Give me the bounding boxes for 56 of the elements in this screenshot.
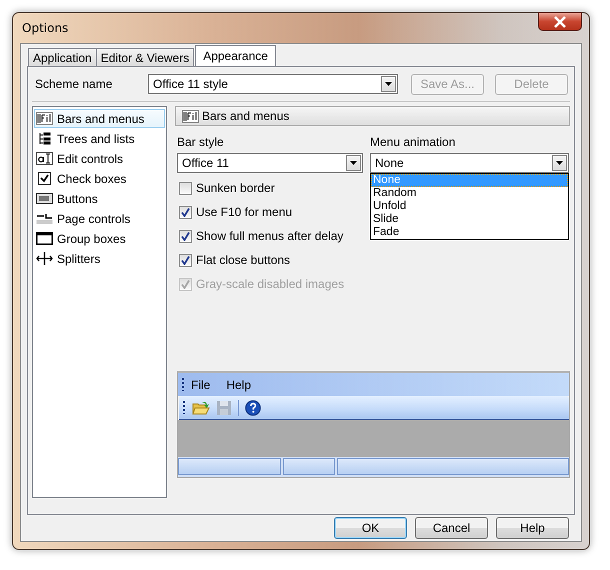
- group-box-icon: [36, 232, 53, 245]
- list-item[interactable]: Bars and menus: [34, 109, 165, 128]
- menu-item[interactable]: File: [191, 378, 210, 392]
- checkbox[interactable]: [179, 206, 192, 218]
- tab[interactable]: Application: [28, 48, 97, 66]
- list-item[interactable]: Trees and lists: [34, 129, 165, 148]
- checkbox-label: Gray-scale disabled images: [196, 277, 344, 291]
- checkbox[interactable]: [179, 254, 192, 266]
- window-title: Options: [22, 21, 68, 35]
- list-item[interactable]: Check boxes: [34, 169, 165, 188]
- splitter-icon: [36, 252, 53, 265]
- list-item[interactable]: Group boxes: [34, 229, 165, 248]
- section-title: Bars and menus: [202, 109, 290, 123]
- file-menu-icon: [182, 110, 199, 122]
- checkbox-label: Sunken border: [196, 181, 275, 195]
- field-label: Bar style: [177, 135, 225, 150]
- close-icon: [553, 16, 567, 28]
- dropdown-option[interactable]: Unfold: [371, 200, 568, 213]
- button-icon: [36, 193, 53, 204]
- checkbox[interactable]: [179, 182, 192, 194]
- field-label: Scheme name: [34, 76, 114, 92]
- checkbox-label: Show full menus after delay: [196, 229, 344, 243]
- checkbox-icon: [38, 172, 51, 185]
- caret-icon: [350, 161, 357, 165]
- caret-icon: [385, 82, 392, 86]
- open-folder-icon[interactable]: [192, 400, 210, 416]
- caret-icon: [556, 161, 563, 165]
- dialog-button[interactable]: OK: [334, 517, 407, 539]
- status-pane: [283, 458, 335, 475]
- dropdown-button[interactable]: [552, 155, 567, 171]
- tree-icon: [40, 132, 50, 144]
- tab[interactable]: Appearance: [195, 45, 276, 66]
- dropdown-option[interactable]: Slide: [371, 213, 568, 226]
- dialog-button[interactable]: Help: [496, 517, 569, 539]
- list-item[interactable]: Page controls: [34, 209, 165, 228]
- help-icon[interactable]: [245, 400, 261, 416]
- tab-page-icon: [36, 213, 53, 224]
- dialog-button[interactable]: Cancel: [415, 517, 488, 539]
- dropdown-button[interactable]: [381, 76, 396, 92]
- list-item[interactable]: Edit controls: [34, 149, 165, 168]
- scheme-dropdown[interactable]: Office 11 style: [148, 74, 398, 94]
- menu-item[interactable]: Help: [226, 378, 252, 392]
- checkbox-label: Use F10 for menu: [196, 205, 292, 219]
- file-menu-icon: [36, 112, 53, 125]
- tab[interactable]: Editor & Viewers: [96, 48, 194, 66]
- checkbox-label: Flat close buttons: [196, 253, 290, 267]
- dropdown-button[interactable]: [346, 155, 361, 171]
- field-label: Menu animation: [370, 135, 456, 150]
- text-field-icon: [36, 152, 53, 165]
- checkbox[interactable]: [179, 230, 192, 242]
- dropdown-option[interactable]: Fade: [371, 226, 568, 239]
- list-item[interactable]: Splitters: [34, 249, 165, 268]
- close-button[interactable]: [538, 12, 582, 31]
- list-item[interactable]: Buttons: [34, 189, 165, 208]
- bar-style-dropdown[interactable]: Office 11: [177, 153, 363, 173]
- dropdown-option[interactable]: Random: [371, 187, 568, 200]
